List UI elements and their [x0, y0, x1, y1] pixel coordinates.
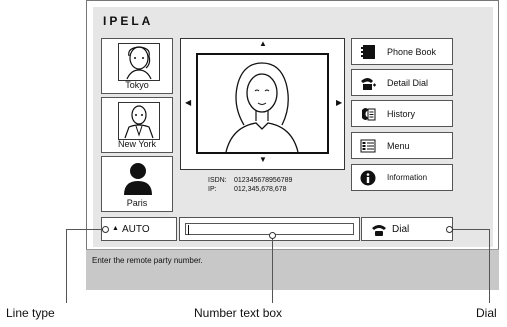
callout-dot-line-type — [102, 226, 109, 233]
connection-info: ISDN: 012345678956789 IP: 012,345,678,678 — [208, 176, 292, 194]
page: { "app": {"logo": "IPELA"}, "locations":… — [0, 0, 507, 327]
remote-party-portrait — [225, 62, 299, 153]
location-tokyo[interactable]: Tokyo — [101, 38, 173, 94]
person-portrait-icon — [118, 102, 160, 140]
history-icon — [360, 106, 376, 122]
location-label: Tokyo — [125, 80, 149, 90]
callout-dot-number-box — [269, 232, 276, 239]
menu-label: Menu — [387, 141, 410, 151]
pan-down-icon[interactable]: ▼ — [259, 156, 267, 164]
callout-line-dial-vertical — [489, 229, 490, 303]
ip-address: 012,345,678,678 — [234, 186, 287, 193]
menu-label: Phone Book — [387, 47, 437, 57]
dial-label: Dial — [392, 224, 410, 235]
callout-line-dial — [452, 229, 490, 230]
menu-button[interactable]: Menu — [351, 132, 453, 159]
location-label: Paris — [126, 198, 148, 208]
callout-dot-dial — [446, 226, 453, 233]
callout-line-line-type-vertical — [66, 229, 67, 303]
ip-label: IP: — [208, 186, 217, 193]
pan-right-icon[interactable]: ▶ — [336, 99, 342, 107]
location-label: New York — [117, 139, 157, 149]
pan-left-icon[interactable]: ◀ — [185, 99, 191, 107]
text-cursor — [188, 225, 189, 235]
detail-dial-button[interactable]: Detail Dial — [351, 69, 453, 96]
phone-book-icon — [360, 44, 376, 60]
information-icon — [360, 170, 376, 186]
callout-line-type: Line type — [6, 306, 55, 320]
menu-list-icon — [360, 138, 376, 154]
phone-book-button[interactable]: Phone Book — [351, 38, 453, 65]
isdn-number: 012345678956789 — [234, 177, 293, 184]
person-portrait-icon — [118, 43, 160, 81]
menu-label: Information — [387, 173, 428, 182]
isdn-label: ISDN: — [208, 177, 227, 184]
history-button[interactable]: History — [351, 100, 453, 127]
location-paris[interactable]: Paris — [101, 156, 173, 212]
callout-dial: Dial — [476, 306, 497, 320]
detail-dial-icon — [360, 75, 376, 91]
callout-number-text-box: Number text box — [194, 306, 283, 320]
person-silhouette-icon — [118, 161, 158, 197]
location-new-york[interactable]: New York — [101, 97, 173, 153]
pan-up-icon[interactable]: ▲ — [259, 40, 267, 48]
ipela-logo: IPELA — [103, 14, 154, 28]
line-type-selector[interactable]: ▲ AUTO — [101, 217, 177, 241]
status-message: Enter the remote party number. — [92, 256, 203, 265]
information-button[interactable]: Information — [351, 164, 453, 191]
triangle-up-icon: ▲ — [112, 225, 119, 232]
menu-label: History — [387, 109, 416, 119]
phone-icon — [371, 223, 387, 242]
status-bar: Enter the remote party number. — [86, 249, 499, 290]
dial-button[interactable]: Dial — [361, 217, 453, 241]
remote-video-frame — [196, 53, 329, 154]
line-type-value: AUTO — [122, 224, 150, 235]
menu-label: Detail Dial — [387, 78, 429, 88]
callout-line-number-box — [272, 236, 273, 303]
callout-line-line-type — [66, 229, 106, 230]
